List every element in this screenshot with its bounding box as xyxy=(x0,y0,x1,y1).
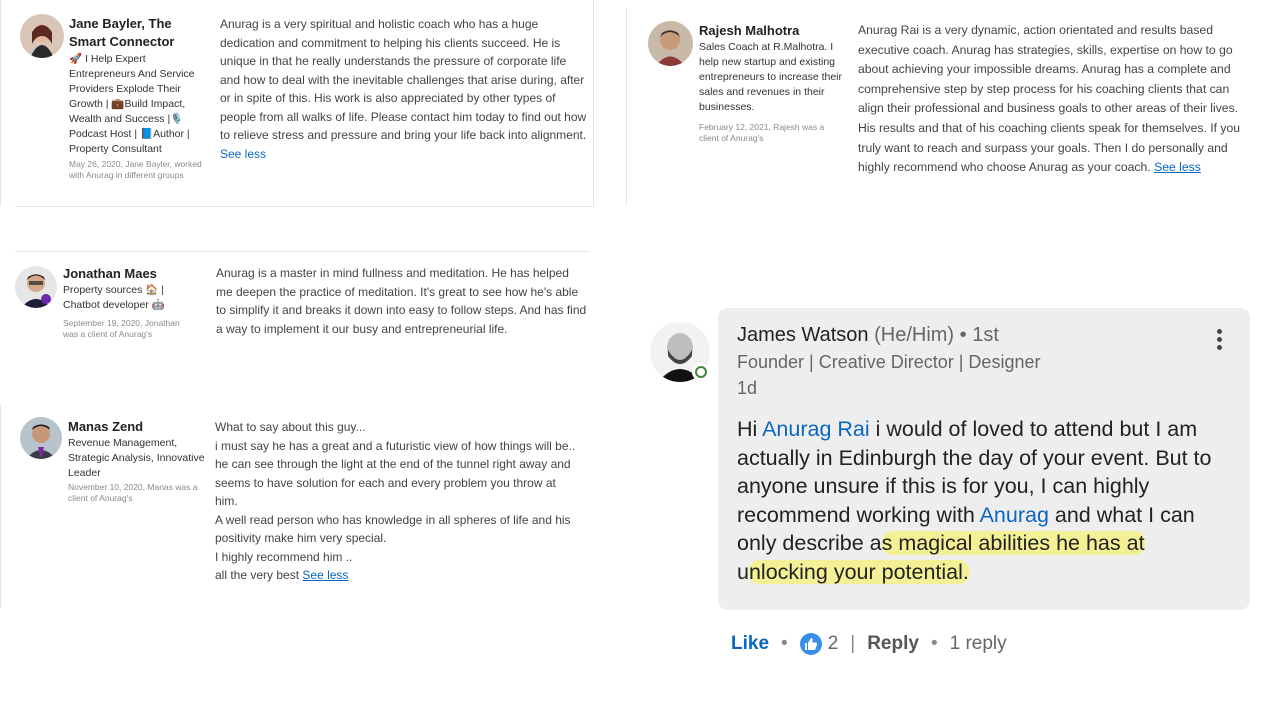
recommender-headline: Property sources 🏠 | Chatbot developer 🤖 xyxy=(63,284,165,311)
see-less-link[interactable]: See less xyxy=(220,147,266,161)
comment-timestamp: 1d xyxy=(737,378,758,398)
comment-actions: Like • 2 | Reply • 1 reply xyxy=(731,630,1007,658)
commenter-headline: Founder | Creative Director | Designer xyxy=(737,352,1041,372)
like-button[interactable]: Like xyxy=(731,633,769,655)
mention-link[interactable]: Anurag Rai xyxy=(762,417,870,441)
recommendation-body: Anurag is a very spiritual and holistic … xyxy=(220,17,587,142)
divider xyxy=(15,251,590,252)
recommender-name[interactable]: Jane Bayler, The Smart Connector xyxy=(69,15,209,51)
recommendation-line: he can see through the light at the end … xyxy=(215,457,571,508)
avatar[interactable] xyxy=(15,266,57,308)
separator: | xyxy=(850,633,856,654)
recommendation-meta: May 26, 2020, Jane Bayler, worked with A… xyxy=(69,159,202,180)
connection-degree: • 1st xyxy=(959,324,999,346)
recommender-headline: Sales Coach at R.Malhotra. I help new st… xyxy=(699,41,842,113)
commenter-name[interactable]: James Watson xyxy=(737,324,869,346)
recommendation-line-text: all the very best xyxy=(215,568,300,582)
recommender-headline: 🚀 I Help Expert Entrepreneurs And Servic… xyxy=(69,53,195,155)
avatar[interactable] xyxy=(20,14,64,58)
avatar[interactable] xyxy=(648,21,693,66)
comment-text-part: u xyxy=(737,559,749,584)
recommender-name[interactable]: Jonathan Maes xyxy=(63,265,203,283)
recommendation-meta: September 19, 2020, Jonathan was a clien… xyxy=(63,318,180,339)
avatar[interactable] xyxy=(20,417,62,459)
divider xyxy=(0,0,1,206)
separator: • xyxy=(781,633,788,654)
commenter-name-line: James Watson (He/Him) • 1st xyxy=(737,324,999,347)
recommendation-line: all the very best See less xyxy=(215,566,577,585)
recommendation-line: I highly recommend him .. xyxy=(215,549,353,564)
recommendation-body: Anurag Rai is a very dynamic, action ori… xyxy=(858,23,1241,175)
divider xyxy=(15,206,593,207)
recommendation-text: Anurag Rai is a very dynamic, action ori… xyxy=(858,21,1243,178)
recommendation-line: i must say he has a great and a futurist… xyxy=(215,438,576,453)
recommendation-line: What to say about this guy... xyxy=(215,420,366,434)
mention-link[interactable]: Anurag xyxy=(980,503,1049,527)
separator: • xyxy=(930,633,938,654)
highlighted-text: s magical abilities he has at xyxy=(881,531,1145,555)
recommender-name[interactable]: Manas Zend xyxy=(68,418,208,436)
highlighted-text: nlocking your potential. xyxy=(748,559,969,584)
recommendation-line: A well read person who has knowledge in … xyxy=(215,512,571,546)
see-less-link[interactable]: See less xyxy=(302,568,348,582)
recommendation-meta: February 12, 2021, Rajesh was a client o… xyxy=(699,122,825,143)
recommendation-meta: November 10, 2020, Manas was a client of… xyxy=(68,482,198,503)
reply-button[interactable]: Reply xyxy=(867,633,919,655)
recommender-name[interactable]: Rajesh Malhotra xyxy=(699,22,849,40)
online-status-icon xyxy=(692,363,710,381)
comment-text: Hi Anurag Rai i would of loved to attend… xyxy=(737,415,1237,586)
replies-count-link[interactable]: 1 reply xyxy=(950,633,1007,655)
commenter-pronouns: (He/Him) xyxy=(874,324,955,346)
recommendation-text: Anurag is a very spiritual and holistic … xyxy=(220,15,588,163)
comment-text-part: Hi xyxy=(737,417,763,441)
see-less-link[interactable]: See less xyxy=(1154,160,1201,174)
recommender-headline: Revenue Management, Strategic Analysis, … xyxy=(68,437,205,479)
divider xyxy=(0,405,1,608)
divider xyxy=(626,8,627,206)
recommendation-text: What to say about this guy... i must say… xyxy=(215,418,577,585)
recommendation-text: Anurag is a master in mind fullness and … xyxy=(216,266,587,336)
more-options-icon[interactable] xyxy=(1210,326,1228,352)
like-count: 2 xyxy=(827,633,839,654)
like-reaction-icon[interactable] xyxy=(799,633,822,655)
divider xyxy=(593,0,594,206)
